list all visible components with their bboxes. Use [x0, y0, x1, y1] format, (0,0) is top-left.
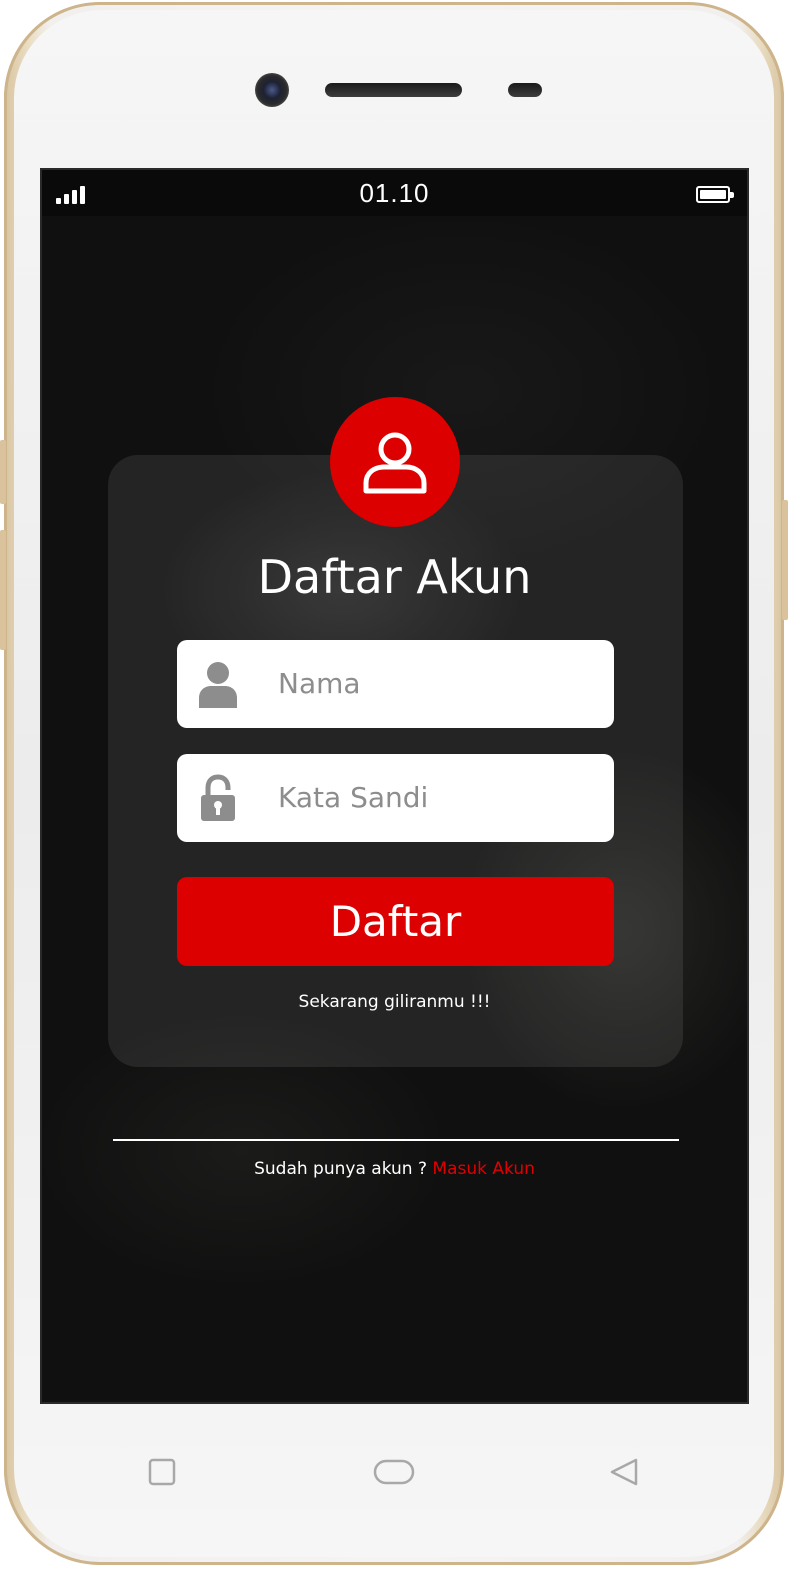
password-placeholder: Kata Sandi: [278, 781, 429, 814]
screen: 01.10 Daftar Akun Nama Kata Sandi Daftar…: [40, 168, 749, 1404]
login-prompt: Sudah punya akun ? Masuk Akun: [42, 1159, 747, 1179]
recent-apps-icon[interactable]: [147, 1457, 177, 1487]
page-title: Daftar Akun: [257, 550, 532, 604]
phone-side-button: [0, 440, 6, 504]
earpiece-speaker: [325, 83, 462, 97]
back-icon[interactable]: [608, 1457, 642, 1487]
password-input[interactable]: Kata Sandi: [177, 754, 614, 842]
avatar: [330, 397, 460, 527]
name-input[interactable]: Nama: [177, 640, 614, 728]
phone-power-button: [782, 500, 788, 620]
login-prompt-text: Sudah punya akun ?: [254, 1159, 433, 1179]
divider: [113, 1139, 679, 1141]
battery-icon: [696, 186, 734, 203]
register-button[interactable]: Daftar: [177, 877, 614, 966]
user-outline-icon: [363, 432, 427, 494]
tagline-text: Sekarang giliranmu !!!: [298, 992, 491, 1012]
user-icon: [199, 662, 237, 708]
status-bar: 01.10: [42, 170, 747, 216]
front-camera: [255, 73, 289, 107]
name-placeholder: Nama: [278, 667, 361, 700]
status-time: 01.10: [359, 178, 430, 208]
login-link[interactable]: Masuk Akun: [432, 1159, 534, 1179]
home-icon[interactable]: [372, 1457, 416, 1487]
padlock-icon: [201, 774, 235, 821]
proximity-sensor: [508, 83, 542, 97]
phone-side-button: [0, 530, 6, 650]
